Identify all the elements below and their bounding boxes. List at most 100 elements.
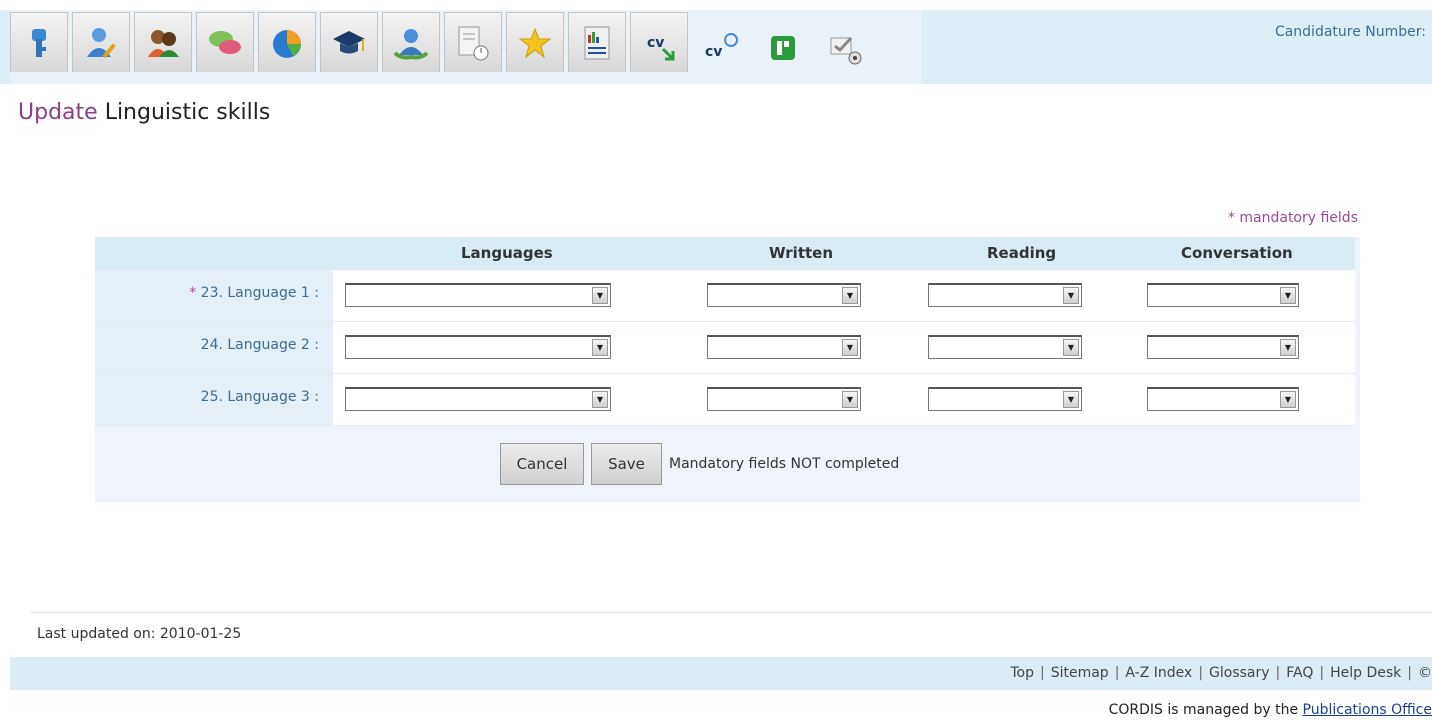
tab-contacts[interactable] xyxy=(134,12,192,72)
excel-icon xyxy=(771,36,795,60)
chevron-down-icon: ▼ xyxy=(1280,391,1296,408)
star-icon xyxy=(518,27,552,58)
award-person-icon xyxy=(393,28,429,59)
linguistic-skills-form: Languages Written Reading Conversation *… xyxy=(95,237,1360,502)
tab-cv-export[interactable]: cv xyxy=(630,12,688,72)
svg-text:cv: cv xyxy=(705,44,722,60)
chevron-down-icon: ▼ xyxy=(842,287,858,304)
header-written: Written xyxy=(769,244,834,262)
chevron-down-icon: ▼ xyxy=(1063,391,1079,408)
mandatory-note: * mandatory fields xyxy=(1227,210,1358,226)
language-1-reading-select[interactable]: ▼ xyxy=(928,283,1082,307)
page-title-object: Linguistic skills xyxy=(104,100,271,125)
cv-search-icon: cv xyxy=(705,33,738,60)
row-label: 24. Language 2 : xyxy=(95,322,333,373)
chevron-down-icon: ▼ xyxy=(592,287,608,304)
language-1-conversation-select[interactable]: ▼ xyxy=(1147,283,1299,307)
cancel-button[interactable]: Cancel xyxy=(500,443,584,485)
language-2-written-select[interactable]: ▼ xyxy=(707,335,861,359)
footer-bar: Top | Sitemap | A-Z Index | Glossary | FAQ | Help … xyxy=(10,657,1432,690)
footer-link-faq[interactable]: FAQ xyxy=(1286,665,1313,681)
chevron-down-icon: ▼ xyxy=(842,391,858,408)
chevron-down-icon: ▼ xyxy=(1280,339,1296,356)
footer-separator: | xyxy=(1407,665,1412,681)
icon-tab-strip: cv cv xyxy=(10,10,922,84)
header-languages: Languages xyxy=(461,244,553,262)
pie-chart-icon xyxy=(273,29,301,58)
chat-icon xyxy=(209,30,241,54)
language-3-conversation-select[interactable]: ▼ xyxy=(1147,387,1299,411)
table-header-row: Languages Written Reading Conversation xyxy=(95,237,1355,270)
edit-check-icon xyxy=(830,36,862,65)
chevron-down-icon: ▼ xyxy=(1063,339,1079,356)
footer-separator: | xyxy=(1275,665,1281,681)
footer-link-sitemap[interactable]: Sitemap xyxy=(1051,665,1109,681)
row-label: * 23. Language 1 : xyxy=(95,270,333,321)
row-label: 25. Language 3 : xyxy=(95,374,333,425)
footer-separator: | xyxy=(1198,665,1204,681)
required-marker: * xyxy=(189,285,201,301)
language-3-select[interactable]: ▼ xyxy=(345,387,611,411)
language-2-reading-select[interactable]: ▼ xyxy=(928,335,1082,359)
managed-by-text: CORDIS is managed by the Publications Of… xyxy=(1109,702,1432,718)
tab-experience[interactable] xyxy=(444,12,502,72)
language-1-select[interactable]: ▼ xyxy=(345,283,611,307)
footer-link-az-index[interactable]: A-Z Index xyxy=(1125,665,1192,681)
chevron-down-icon: ▼ xyxy=(842,339,858,356)
tab-personal[interactable] xyxy=(72,12,130,72)
cv-export-icon: cv xyxy=(647,35,675,60)
footer-divider xyxy=(30,612,1432,613)
table-row: * 23. Language 1 : ▼ ▼ ▼ ▼ xyxy=(95,270,1355,322)
tab-favourites[interactable] xyxy=(506,12,564,72)
row-label-text: 25. Language 3 : xyxy=(200,389,319,405)
save-button[interactable]: Save xyxy=(591,443,662,485)
header-conversation: Conversation xyxy=(1181,244,1293,262)
chevron-down-icon: ▼ xyxy=(1280,287,1296,304)
tab-edit-check[interactable] xyxy=(816,18,874,78)
footer-link-glossary[interactable]: Glossary xyxy=(1209,665,1270,681)
managed-by-prefix: CORDIS is managed by the xyxy=(1108,702,1303,718)
tab-report[interactable] xyxy=(568,12,626,72)
tab-statistics[interactable] xyxy=(258,12,316,72)
language-1-written-select[interactable]: ▼ xyxy=(707,283,861,307)
tab-cv-search[interactable]: cv xyxy=(692,18,750,78)
publications-office-link[interactable]: Publications Office xyxy=(1303,702,1432,718)
edit-person-icon xyxy=(87,27,116,58)
tab-education[interactable] xyxy=(320,12,378,72)
language-3-written-select[interactable]: ▼ xyxy=(707,387,861,411)
header-reading: Reading xyxy=(987,244,1057,262)
document-clock-icon xyxy=(458,26,489,60)
chevron-down-icon: ▼ xyxy=(592,339,608,356)
key-icon xyxy=(32,28,46,57)
row-label-text: 24. Language 2 : xyxy=(200,337,319,353)
page-title: Update Linguistic skills xyxy=(18,100,270,125)
table-row: 25. Language 3 : ▼ ▼ ▼ ▼ xyxy=(95,374,1355,426)
tab-excel[interactable] xyxy=(754,18,812,78)
footer-link-copyright[interactable]: © xyxy=(1418,665,1432,681)
footer-link-top[interactable]: Top xyxy=(1010,665,1034,681)
language-3-reading-select[interactable]: ▼ xyxy=(928,387,1082,411)
footer-separator: | xyxy=(1319,665,1325,681)
candidature-number-label: Candidature Number: xyxy=(1274,24,1426,40)
footer-separator: | xyxy=(1039,665,1045,681)
language-2-select[interactable]: ▼ xyxy=(345,335,611,359)
top-toolbar: cv cv Candidature Number: xyxy=(0,10,1432,84)
page-title-verb: Update xyxy=(18,100,98,125)
tab-communication[interactable] xyxy=(196,12,254,72)
chevron-down-icon: ▼ xyxy=(1063,287,1079,304)
footer-separator: | xyxy=(1114,665,1120,681)
chevron-down-icon: ▼ xyxy=(592,391,608,408)
footer-link-help-desk[interactable]: Help Desk xyxy=(1330,665,1401,681)
footer-links: Top | Sitemap | A-Z Index | Glossary | FAQ | Help … xyxy=(1010,665,1432,681)
svg-text:cv: cv xyxy=(647,35,664,51)
row-label-text: 23. Language 1 : xyxy=(200,285,319,301)
form-status-message: Mandatory fields NOT completed xyxy=(669,456,900,472)
tab-awards[interactable] xyxy=(382,12,440,72)
table-row: 24. Language 2 : ▼ ▼ ▼ ▼ xyxy=(95,322,1355,374)
contacts-icon xyxy=(148,29,179,57)
language-2-conversation-select[interactable]: ▼ xyxy=(1147,335,1299,359)
graduation-cap-icon xyxy=(333,30,365,53)
last-updated-text: Last updated on: 2010-01-25 xyxy=(37,626,242,642)
tab-key[interactable] xyxy=(10,12,68,72)
report-icon xyxy=(584,26,610,59)
